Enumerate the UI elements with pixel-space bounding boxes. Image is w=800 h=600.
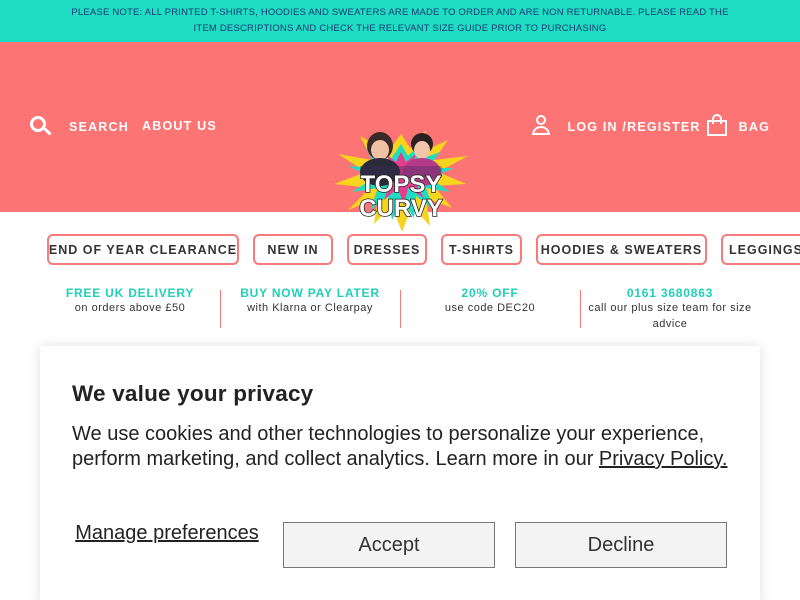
topsy-curvy-logo[interactable]: TOPSY CURVY: [330, 126, 472, 234]
usp-subtitle: with Klarna or Clearpay: [247, 302, 373, 314]
cookie-consent-dialog: We value your privacy We use cookies and…: [40, 346, 760, 600]
category-hoodies-sweaters[interactable]: HOODIES & SWEATERS: [536, 234, 707, 265]
logo-text-topsy: TOPSY: [361, 171, 442, 198]
about-us-link[interactable]: ABOUT US: [142, 119, 217, 133]
category-nav: END OF YEAR CLEARANCE NEW IN DRESSES T-S…: [0, 234, 800, 266]
category-new-in[interactable]: NEW IN: [253, 234, 333, 265]
usp-discount: 20% OFF use code DEC20: [400, 286, 580, 316]
usp-delivery: FREE UK DELIVERY on orders above £50: [40, 286, 220, 316]
announcement-text: PLEASE NOTE: ALL PRINTED T-SHIRTS, HOODI…: [71, 7, 729, 34]
category-leggings[interactable]: LEGGINGS: [721, 234, 800, 265]
usp-strip: FREE UK DELIVERY on orders above £50 BUY…: [40, 286, 760, 334]
search-link[interactable]: SEARCH: [69, 120, 129, 134]
user-icon[interactable]: [531, 115, 551, 135]
bag-link[interactable]: BAG: [739, 120, 770, 134]
header-left: SEARCH ABOUT US: [30, 116, 217, 138]
usp-title: FREE UK DELIVERY: [65, 286, 195, 300]
accept-button[interactable]: Accept: [283, 522, 495, 568]
search-icon[interactable]: [30, 116, 52, 138]
site-header: SEARCH ABOUT US TOPSY CURVY LOG IN /REGI…: [0, 42, 800, 232]
privacy-policy-link[interactable]: Privacy Policy.: [599, 448, 728, 470]
category-end-of-year-clearance[interactable]: END OF YEAR CLEARANCE: [47, 234, 239, 265]
header-right: LOG IN /REGISTER BAG: [531, 114, 771, 138]
announcement-bar: PLEASE NOTE: ALL PRINTED T-SHIRTS, HOODI…: [0, 0, 800, 42]
category-t-shirts[interactable]: T-SHIRTS: [441, 234, 522, 265]
usp-subtitle: on orders above £50: [74, 302, 186, 314]
usp-phone: 0161 3680863 call our plus size team for…: [580, 286, 760, 332]
bag-icon[interactable]: [706, 114, 727, 136]
consent-title: We value your privacy: [72, 381, 314, 406]
usp-pay-later: BUY NOW PAY LATER with Klarna or Clearpa…: [220, 286, 400, 316]
consent-body: We use cookies and other technologies to…: [72, 422, 732, 472]
manage-preferences-link[interactable]: Manage preferences: [72, 522, 262, 545]
usp-title: BUY NOW PAY LATER: [240, 286, 380, 300]
category-dresses[interactable]: DRESSES: [347, 234, 427, 265]
login-register-link[interactable]: LOG IN /REGISTER: [568, 120, 701, 134]
logo-text-curvy: CURVY: [359, 195, 443, 222]
usp-title: 20% OFF: [461, 286, 519, 300]
usp-subtitle: use code DEC20: [444, 302, 536, 314]
decline-button[interactable]: Decline: [515, 522, 727, 568]
usp-title: 0161 3680863: [626, 286, 714, 300]
usp-subtitle: call our plus size team for size advice: [588, 302, 752, 330]
